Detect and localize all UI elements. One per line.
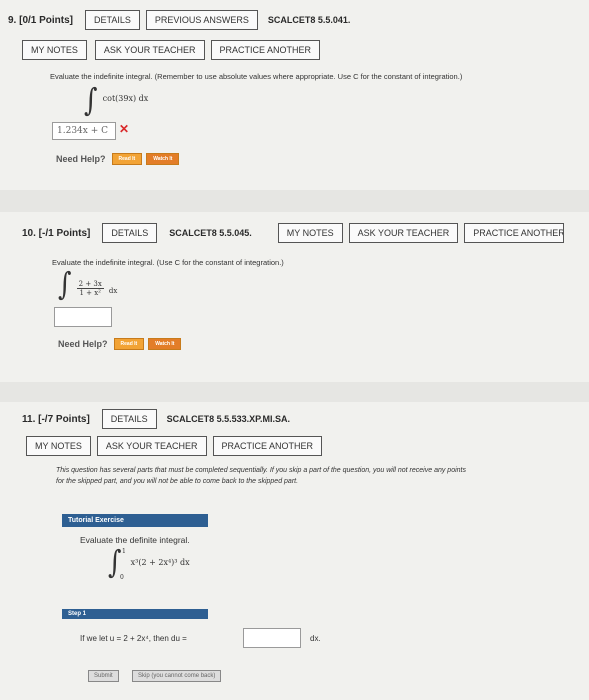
- q10-help: Need Help? Read It Watch It: [58, 338, 185, 350]
- q10-dx: dx: [108, 287, 118, 295]
- q9-watch-it-button[interactable]: Watch It: [146, 153, 180, 165]
- q9-my-notes-button[interactable]: MY NOTES: [22, 40, 87, 60]
- q10-ask-teacher-button[interactable]: ASK YOUR TEACHER: [348, 223, 459, 243]
- q10-my-notes-button[interactable]: MY NOTES: [277, 223, 343, 243]
- q11-integrand: x³(2 + 2x⁴)³ dx: [130, 558, 190, 567]
- q10-practice-button[interactable]: PRACTICE ANOTHER: [464, 223, 565, 243]
- question-11: 11. [-/7 Points] DETAILS SCALCET8 5.5.53…: [0, 402, 589, 700]
- q9-ask-teacher-button[interactable]: ASK YOUR TEACHER: [94, 40, 205, 60]
- q11-step-text: If we let u = 2 + 2x⁴, then du =: [80, 634, 187, 643]
- q9-integral: ∫ cot(39x) dx: [84, 83, 149, 119]
- q10-fraction: 2 + 3x 1 + x²: [76, 280, 104, 297]
- incorrect-icon: ✕: [119, 122, 130, 136]
- q9-previous-answers-button[interactable]: PREVIOUS ANSWERS: [145, 10, 258, 30]
- q10-instruction: Evaluate the indefinite integral. (Use C…: [52, 258, 284, 267]
- q11-upper-limit: 1: [122, 548, 126, 555]
- q9-read-it-button[interactable]: Read It: [111, 153, 143, 165]
- integral-sign: ∫: [58, 267, 72, 303]
- q11-actions: MY NOTES ASK YOUR TEACHER PRACTICE ANOTH…: [26, 436, 323, 456]
- q10-number: 10. [-/1 Points]: [22, 227, 91, 239]
- q9-practice-button[interactable]: PRACTICE ANOTHER: [210, 40, 321, 60]
- q11-lower-limit: 0: [120, 574, 124, 581]
- q11-number: 11. [-/7 Points]: [22, 413, 90, 425]
- q9-help: Need Help? Read It Watch It: [56, 153, 183, 165]
- q11-notice-line-1: This question has several parts that mus…: [56, 467, 466, 474]
- q11-code: SCALCET8 5.5.533.XP.MI.SA.: [166, 414, 291, 424]
- q11-my-notes-button[interactable]: MY NOTES: [26, 436, 91, 456]
- step-1-bar: Step 1: [62, 609, 208, 619]
- question-9: 9. [0/1 Points] DETAILS PREVIOUS ANSWERS…: [0, 0, 589, 190]
- q9-actions: MY NOTES ASK YOUR TEACHER PRACTICE ANOTH…: [22, 40, 321, 60]
- q11-integral: 1 ∫ 0 x³(2 + 2x⁴)³ dx: [108, 545, 190, 581]
- q10-header: 10. [-/1 Points] DETAILS SCALCET8 5.5.04…: [22, 223, 565, 243]
- q11-notice: This question has several parts that mus…: [56, 465, 466, 487]
- q10-denominator: 1 + x²: [79, 289, 101, 297]
- q11-skip-button[interactable]: Skip (you cannot come back): [132, 670, 222, 682]
- q11-details-button[interactable]: DETAILS: [101, 409, 157, 429]
- q10-details-button[interactable]: DETAILS: [102, 223, 158, 243]
- q11-submit-button[interactable]: Submit: [88, 670, 119, 682]
- q9-number: 9. [0/1 Points]: [8, 14, 74, 26]
- q10-answer-field[interactable]: [54, 307, 112, 327]
- q10-integral: ∫ 2 + 3x 1 + x² dx: [58, 267, 118, 303]
- q9-help-label: Need Help?: [56, 154, 106, 164]
- q9-integrand: cot(39x) dx: [102, 94, 149, 103]
- q9-header: 9. [0/1 Points] DETAILS PREVIOUS ANSWERS…: [8, 10, 350, 30]
- q11-dx-suffix: dx.: [310, 634, 321, 643]
- q9-answer-field[interactable]: 1.234x + C: [52, 122, 116, 140]
- q10-watch-it-button[interactable]: Watch It: [148, 338, 182, 350]
- q11-evaluate-text: Evaluate the definite integral.: [80, 535, 190, 545]
- q11-header: 11. [-/7 Points] DETAILS SCALCET8 5.5.53…: [22, 409, 290, 429]
- q11-ask-teacher-button[interactable]: ASK YOUR TEACHER: [96, 436, 207, 456]
- q9-instruction: Evaluate the indefinite integral. (Remem…: [50, 72, 463, 81]
- integral-sign: ∫: [84, 83, 98, 119]
- q11-du-field[interactable]: [243, 628, 301, 648]
- tutorial-exercise-bar: Tutorial Exercise: [62, 514, 208, 527]
- q10-help-label: Need Help?: [58, 339, 108, 349]
- q10-numerator: 2 + 3x: [76, 280, 104, 289]
- q10-read-it-button[interactable]: Read It: [113, 338, 145, 350]
- q11-notice-line-2: for the skipped part, and you will not b…: [56, 478, 299, 485]
- question-10: 10. [-/1 Points] DETAILS SCALCET8 5.5.04…: [0, 212, 589, 382]
- q11-practice-button[interactable]: PRACTICE ANOTHER: [212, 436, 323, 456]
- q10-code: SCALCET8 5.5.045.: [169, 228, 252, 238]
- q9-details-button[interactable]: DETAILS: [85, 10, 140, 30]
- q9-code: SCALCET8 5.5.041.: [267, 15, 351, 25]
